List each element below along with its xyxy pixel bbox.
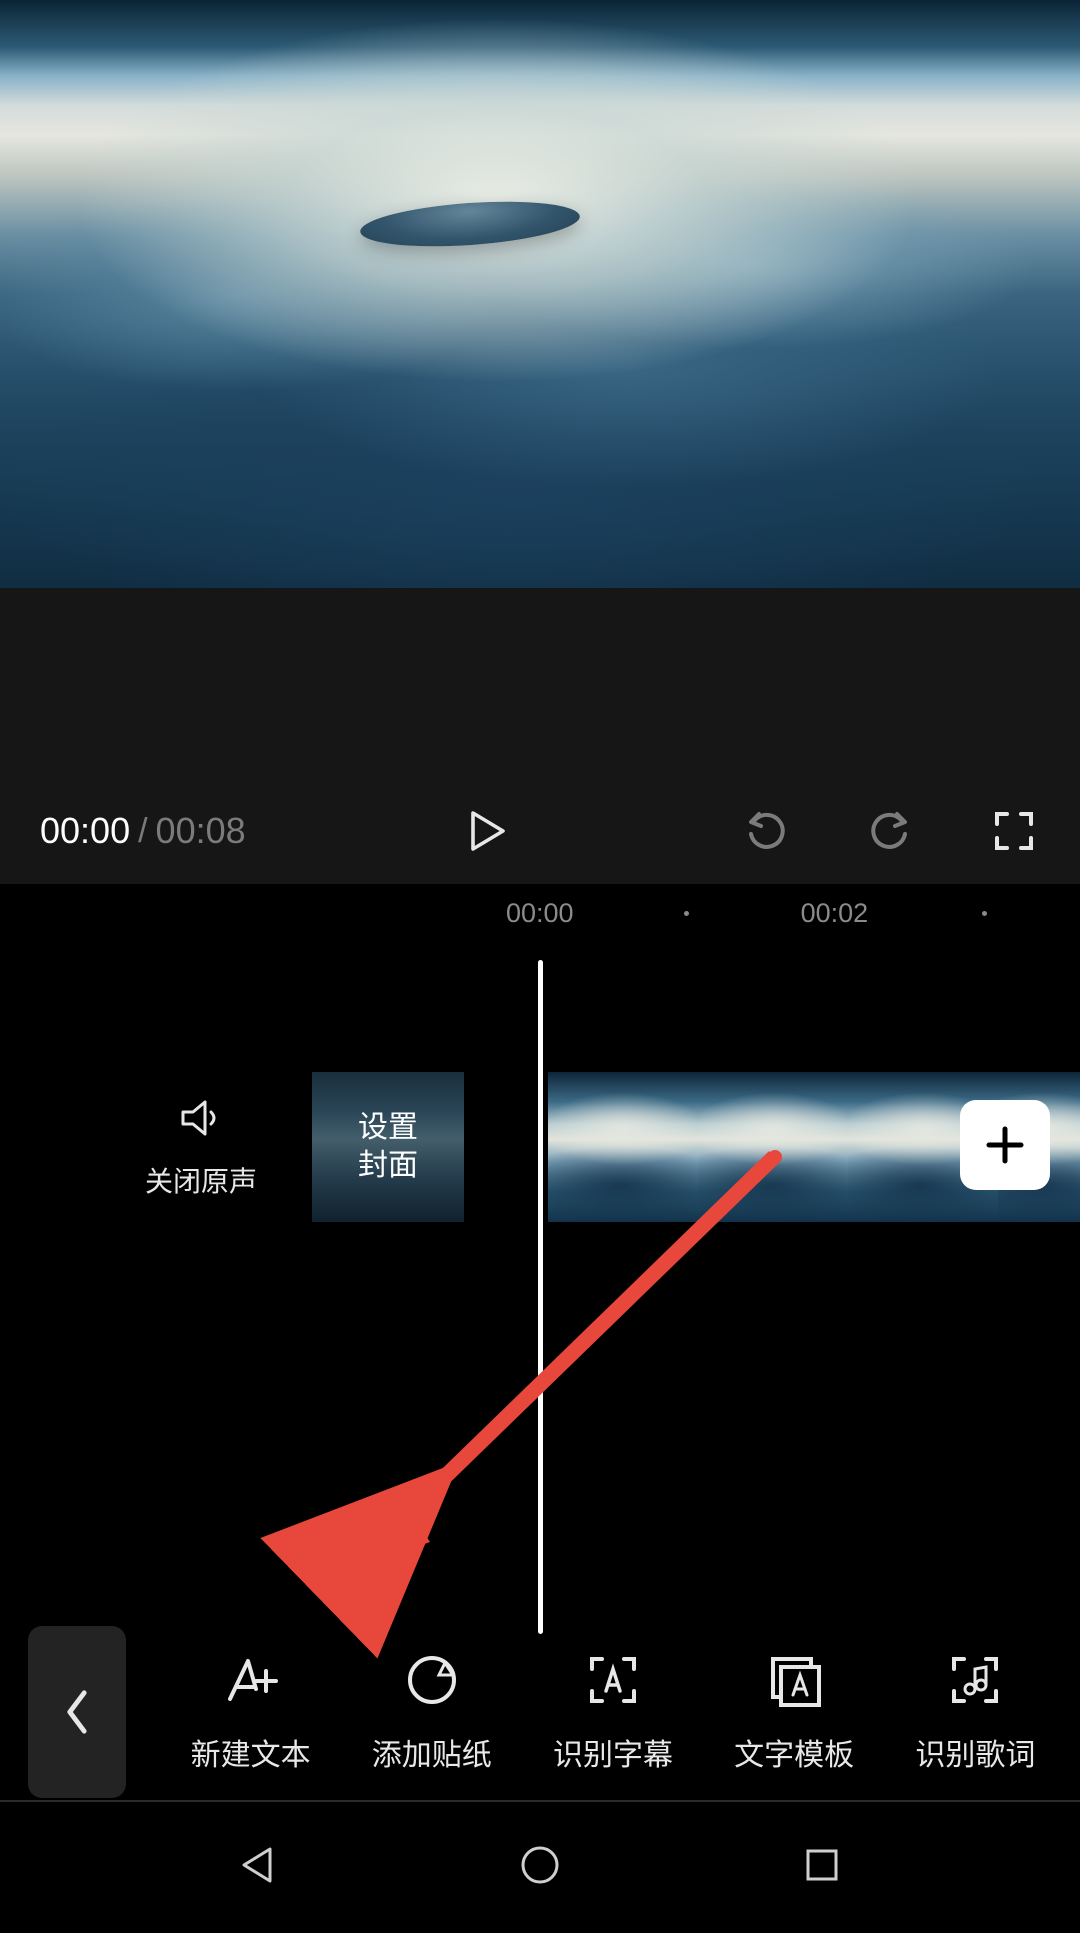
time-current: 00:00: [40, 810, 130, 852]
timeline-dot: [684, 911, 689, 916]
time-total: 00:08: [156, 810, 246, 852]
timeline-tick: 00:00: [506, 898, 574, 929]
cover-text-line2: 封面: [358, 1147, 418, 1185]
fullscreen-button[interactable]: [982, 799, 1046, 863]
set-cover-button[interactable]: 设置 封面: [312, 1072, 464, 1222]
toolbar-back-button[interactable]: [28, 1626, 126, 1798]
video-preview[interactable]: [0, 0, 1080, 588]
tool-label: 文字模板: [734, 1730, 854, 1774]
cover-text-line1: 设置: [358, 1109, 418, 1147]
clip-frame[interactable]: [548, 1072, 698, 1222]
redo-icon: [869, 810, 911, 852]
square-recent-icon: [798, 1841, 846, 1889]
clip-frame[interactable]: [698, 1072, 848, 1222]
chevron-left-icon: [62, 1688, 92, 1736]
playhead[interactable]: [538, 960, 543, 1634]
play-button[interactable]: [456, 799, 520, 863]
nav-recent-button[interactable]: [798, 1841, 846, 1894]
tool-label: 添加贴纸: [372, 1730, 492, 1774]
preview-spacer: [0, 588, 1080, 778]
speaker-icon: [177, 1094, 225, 1142]
add-clip-button[interactable]: [960, 1100, 1050, 1190]
tool-label: 识别歌词: [915, 1730, 1035, 1774]
tool-recognize-lyrics[interactable]: 识别歌词: [891, 1650, 1059, 1774]
nav-back-button[interactable]: [234, 1841, 282, 1894]
text-template-icon: [764, 1650, 824, 1710]
timeline[interactable]: 关闭原声 设置 封面: [0, 942, 1080, 1692]
text-plus-icon: [221, 1650, 281, 1710]
tool-recognize-subtitle[interactable]: 识别字幕: [529, 1650, 697, 1774]
subtitle-scan-icon: [583, 1650, 643, 1710]
nav-home-button[interactable]: [516, 1841, 564, 1894]
play-icon: [470, 810, 506, 852]
plus-icon: [983, 1123, 1027, 1167]
playback-controls: 00:00 / 00:08: [0, 778, 1080, 884]
triangle-back-icon: [234, 1841, 282, 1889]
lyrics-scan-icon: [945, 1650, 1005, 1710]
timeline-dot: [982, 911, 987, 916]
circle-home-icon: [516, 1841, 564, 1889]
fullscreen-icon: [993, 810, 1035, 852]
time-separator: /: [138, 812, 147, 851]
mute-label: 关闭原声: [145, 1160, 257, 1200]
tool-add-sticker[interactable]: 添加贴纸: [348, 1650, 516, 1774]
tool-new-text[interactable]: 新建文本: [167, 1650, 335, 1774]
bottom-toolbar: 新建文本 添加贴纸 识别字幕: [0, 1624, 1080, 1800]
timeline-tick: 00:02: [801, 898, 869, 929]
timeline-ruler[interactable]: 00:00 00:02: [0, 884, 1080, 942]
undo-icon: [745, 810, 787, 852]
tool-label: 新建文本: [191, 1730, 311, 1774]
system-nav-bar: [0, 1800, 1080, 1933]
tool-text-template[interactable]: 文字模板: [710, 1650, 878, 1774]
undo-button[interactable]: [734, 799, 798, 863]
sticker-icon: [402, 1650, 462, 1710]
tool-label: 识别字幕: [553, 1730, 673, 1774]
preview-image: [0, 0, 1080, 588]
mute-audio-button[interactable]: 关闭原声: [116, 1094, 286, 1200]
redo-button[interactable]: [858, 799, 922, 863]
